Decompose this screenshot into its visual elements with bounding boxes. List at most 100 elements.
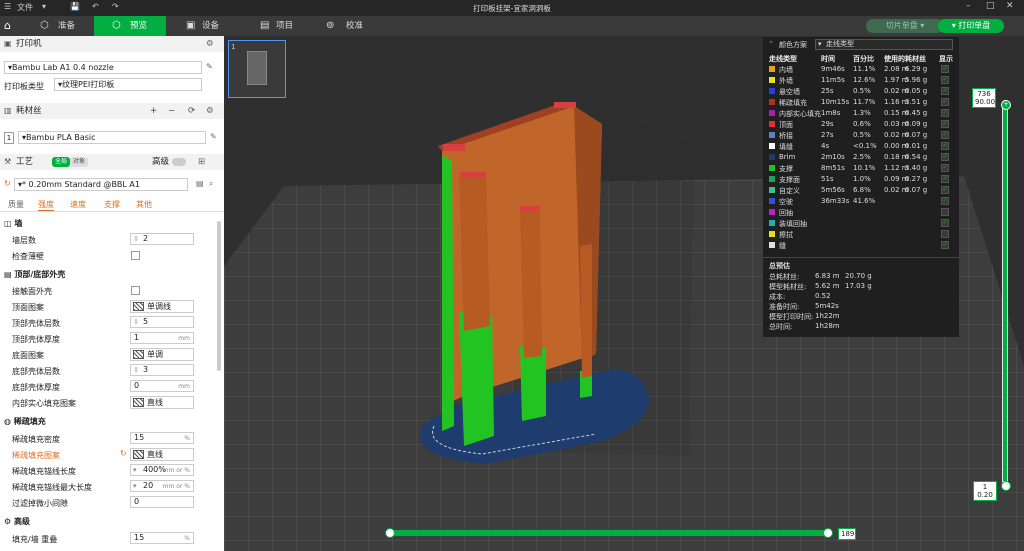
- anchor-max-input[interactable]: ▾ 20 mm or %: [130, 480, 194, 492]
- plate-thumbnail[interactable]: 1: [228, 40, 286, 98]
- search-icon[interactable]: ⌕: [209, 179, 213, 189]
- wall-loops-input[interactable]: ⇳ 2: [130, 233, 194, 245]
- visibility-checkbox[interactable]: ✓: [941, 131, 949, 139]
- global-toggle[interactable]: 全局: [52, 157, 70, 167]
- tab-strength[interactable]: 强度: [38, 199, 54, 211]
- visibility-checkbox[interactable]: ✓: [941, 241, 949, 249]
- top-layers-input[interactable]: ⇳ 5: [130, 316, 194, 328]
- legend-row[interactable]: 自定义 5m56s 6.8% 0.02 m 0.07 g ✓: [763, 185, 959, 196]
- tab-calibrate[interactable]: ⊚ 校准: [326, 16, 396, 36]
- advanced-switch[interactable]: [172, 158, 186, 166]
- settings-scrollbar[interactable]: [217, 221, 221, 371]
- legend-row[interactable]: 擦拭: [763, 229, 959, 240]
- visibility-checkbox[interactable]: ✓: [941, 87, 949, 95]
- anchor-length-input[interactable]: ▾ 400% mm or %: [130, 464, 194, 476]
- tab-device[interactable]: ▣ 设备: [166, 16, 246, 36]
- move-slider-handle[interactable]: [823, 528, 833, 538]
- remove-icon[interactable]: −: [168, 103, 175, 119]
- legend-row[interactable]: Brim 2m10s 2.5% 0.18 m 0.54 g ✓: [763, 152, 959, 163]
- visibility-checkbox[interactable]: ✓: [941, 175, 949, 183]
- visibility-checkbox[interactable]: ✓: [941, 219, 949, 227]
- save-preset-icon[interactable]: ▤: [196, 179, 204, 188]
- infill-density-input[interactable]: 15%: [130, 432, 194, 444]
- slice-plate-button[interactable]: 切片单盘 ▾: [866, 19, 944, 33]
- bottom-layers-input[interactable]: ⇳ 3: [130, 364, 194, 376]
- internal-pattern-select[interactable]: 直线: [130, 396, 194, 409]
- printer-select[interactable]: ▾Bambu Lab A1 0.4 nozzle: [4, 61, 202, 74]
- edit-icon[interactable]: ✎: [206, 62, 213, 71]
- legend-cell: 10.1%: [853, 164, 876, 172]
- legend-row[interactable]: 空驶 36m33s 41.6% ✓: [763, 196, 959, 207]
- legend-row[interactable]: 顶面 29s 0.6% 0.03 m 0.09 g ✓: [763, 119, 959, 130]
- legend-row[interactable]: 支撑 8m51s 10.1% 1.12 m 3.40 g ✓: [763, 163, 959, 174]
- legend-row[interactable]: 回抽: [763, 207, 959, 218]
- plate-type-select[interactable]: ▾纹理PEI打印板: [54, 78, 202, 91]
- legend-swatch: [769, 77, 775, 83]
- print-plate-button[interactable]: ▾ 打印单盘: [938, 19, 1004, 33]
- tab-quality[interactable]: 质量: [8, 199, 24, 210]
- legend-row[interactable]: 悬空墙 25s 0.5% 0.02 m 0.05 g ✓: [763, 86, 959, 97]
- tab-prepare[interactable]: ⬡ 准备: [22, 16, 94, 36]
- object-toggle[interactable]: 对象: [70, 157, 88, 167]
- legend-row[interactable]: 内部实心填充 1m8s 1.3% 0.15 m 0.45 g ✓: [763, 108, 959, 119]
- top-surface-checkbox[interactable]: [131, 286, 140, 295]
- visibility-checkbox[interactable]: ✓: [941, 142, 949, 150]
- filament-select[interactable]: ▾Bambu PLA Basic: [18, 131, 206, 144]
- legend-row[interactable]: 内墙 9m46s 11.1% 2.08 m 6.29 g ✓: [763, 64, 959, 75]
- compare-icon[interactable]: ⊞: [198, 154, 205, 170]
- home-icon[interactable]: ⌂: [4, 19, 18, 33]
- reset-icon[interactable]: ↻: [4, 179, 11, 188]
- legend-row[interactable]: 支撑面 51s 1.0% 0.09 m 0.27 g ✓: [763, 174, 959, 185]
- bottom-layer-handle[interactable]: [1001, 481, 1011, 491]
- legend-row[interactable]: 外墙 11m5s 12.6% 1.97 m 5.96 g ✓: [763, 75, 959, 86]
- bottom-thickness-input[interactable]: 0 mm: [130, 380, 194, 392]
- legend-swatch: [769, 209, 775, 215]
- visibility-checkbox[interactable]: ✓: [941, 65, 949, 73]
- gear-icon[interactable]: ⚙: [206, 103, 214, 119]
- sync-icon[interactable]: ⟳: [188, 103, 195, 119]
- visibility-checkbox[interactable]: ✓: [941, 109, 949, 117]
- visibility-checkbox[interactable]: ✓: [941, 186, 949, 194]
- legend-row[interactable]: 桥接 27s 0.5% 0.02 m 0.07 g ✓: [763, 130, 959, 141]
- visibility-checkbox[interactable]: ✓: [941, 76, 949, 84]
- visibility-checkbox[interactable]: ✓: [941, 120, 949, 128]
- visibility-checkbox[interactable]: ✓: [941, 98, 949, 106]
- add-icon[interactable]: +: [150, 103, 157, 119]
- tab-preview[interactable]: ⬡ 预览: [94, 16, 166, 36]
- reset-icon[interactable]: ↻: [120, 449, 127, 458]
- visibility-checkbox[interactable]: [941, 230, 949, 238]
- tab-project[interactable]: ▤ 项目: [246, 16, 326, 36]
- thin-wall-checkbox[interactable]: [131, 251, 140, 260]
- estimate-cell: 1h22m: [815, 312, 840, 320]
- visibility-checkbox[interactable]: ✓: [941, 164, 949, 172]
- advanced-icon: ⚙: [4, 517, 14, 526]
- maximize-icon[interactable]: □: [986, 1, 995, 11]
- top-pattern-select[interactable]: 单调线: [130, 300, 194, 313]
- infill-pattern-select[interactable]: 直线: [130, 448, 194, 461]
- move-slider[interactable]: [388, 530, 830, 536]
- minimize-icon[interactable]: –: [966, 1, 971, 11]
- top-layer-handle[interactable]: +: [1001, 100, 1011, 110]
- move-slider-start-handle[interactable]: [385, 528, 395, 538]
- gear-icon[interactable]: ⚙: [206, 36, 214, 52]
- collapse-icon[interactable]: ⌃: [768, 40, 774, 48]
- color-scheme-select[interactable]: ▾ 走线类型: [815, 39, 953, 50]
- bottom-pattern-select[interactable]: 单调: [130, 348, 194, 361]
- filter-gap-input[interactable]: 0: [130, 496, 194, 508]
- visibility-checkbox[interactable]: [941, 208, 949, 216]
- tab-support[interactable]: 支撑: [104, 199, 120, 210]
- close-icon[interactable]: ✕: [1006, 1, 1014, 11]
- visibility-checkbox[interactable]: ✓: [941, 197, 949, 205]
- process-preset-select[interactable]: ▾* 0.20mm Standard @BBL A1: [14, 178, 188, 191]
- legend-row[interactable]: 装填回抽 ✓: [763, 218, 959, 229]
- legend-row[interactable]: 填缝 4s <0.1% 0.00 m 0.01 g ✓: [763, 141, 959, 152]
- edit-icon[interactable]: ✎: [210, 132, 217, 141]
- legend-row[interactable]: 稀疏填充 10m15s 11.7% 1.16 m 3.51 g ✓: [763, 97, 959, 108]
- tab-others[interactable]: 其他: [136, 199, 152, 210]
- legend-swatch: [769, 110, 775, 116]
- legend-row[interactable]: 缝 ✓: [763, 240, 959, 251]
- tab-speed[interactable]: 速度: [70, 199, 86, 210]
- visibility-checkbox[interactable]: ✓: [941, 153, 949, 161]
- overlap-input[interactable]: 15%: [130, 532, 194, 544]
- top-thickness-input[interactable]: 1 mm: [130, 332, 194, 344]
